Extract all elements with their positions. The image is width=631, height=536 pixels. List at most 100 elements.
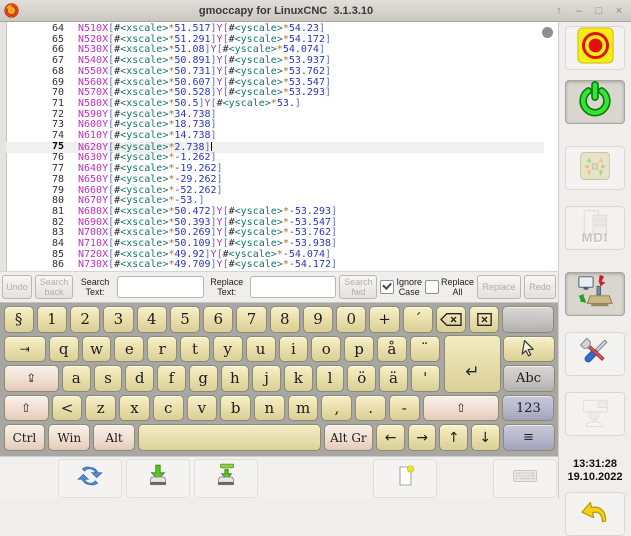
key-5[interactable]: 5 [170, 306, 200, 333]
key-2[interactable]: 2 [70, 306, 100, 333]
key-enter[interactable]: ↵ [444, 335, 501, 393]
manual-mode-button[interactable] [565, 146, 625, 190]
key-m[interactable]: m [288, 395, 319, 422]
key-apostrophe[interactable]: ' [411, 365, 440, 392]
key-arrow-up[interactable]: ↑ [439, 424, 468, 451]
key-close-keyboard[interactable]: × [502, 306, 554, 333]
key-n[interactable]: n [254, 395, 285, 422]
gcode-text-view[interactable]: 64N510X[#<xscale>*51.517]Y[#<yscale>*54.… [6, 24, 544, 271]
ignore-case-box[interactable] [380, 280, 394, 294]
key-y[interactable]: y [213, 336, 243, 363]
key-4[interactable]: 4 [137, 306, 167, 333]
key-k[interactable]: k [284, 365, 313, 392]
key-d[interactable]: d [125, 365, 154, 392]
key-å[interactable]: å [377, 336, 407, 363]
key-altgr[interactable]: Alt Gr [324, 424, 374, 451]
search-back-button[interactable]: Search back [35, 275, 73, 299]
replace-all-box[interactable] [425, 280, 439, 294]
save-as-button[interactable] [194, 459, 258, 498]
key-8[interactable]: 8 [270, 306, 300, 333]
key-a[interactable]: a [62, 365, 91, 392]
replace-all-checkbox[interactable]: Replace All [425, 277, 474, 297]
reload-file-button[interactable] [58, 459, 122, 498]
key-minus[interactable]: - [389, 395, 420, 422]
key-backspace[interactable] [436, 306, 466, 333]
code-line[interactable]: 74N610Y[#<yscale>*14.738] [6, 131, 544, 142]
key-acute[interactable]: ´ [403, 306, 433, 333]
auto-mode-button[interactable] [565, 272, 625, 316]
key-arrow-left[interactable]: ← [376, 424, 405, 451]
undo-button[interactable]: Undo [2, 275, 32, 299]
key-x[interactable]: x [119, 395, 150, 422]
key-space[interactable] [138, 424, 321, 451]
key-e[interactable]: e [114, 336, 144, 363]
new-file-button[interactable] [373, 459, 437, 498]
key-period[interactable]: . [355, 395, 386, 422]
key-b[interactable]: b [220, 395, 251, 422]
key-6[interactable]: 6 [203, 306, 233, 333]
key-9[interactable]: 9 [303, 306, 333, 333]
key-shift-left[interactable]: ⇧ [4, 395, 49, 422]
key-123-layer[interactable]: 123 [502, 395, 554, 422]
key-tab[interactable]: ⇥ [4, 336, 46, 363]
key-1[interactable]: 1 [37, 306, 67, 333]
key-v[interactable]: v [187, 395, 218, 422]
app-icon[interactable] [4, 3, 19, 18]
key-lessthan[interactable]: < [52, 395, 83, 422]
key-alt[interactable]: Alt [93, 424, 135, 451]
ignore-case-checkbox[interactable]: Ignore Case [380, 277, 422, 297]
minimize-window-icon[interactable]: – [573, 4, 585, 18]
key-pointer[interactable] [503, 336, 555, 363]
key-u[interactable]: u [246, 336, 276, 363]
replace-text-input[interactable] [250, 276, 337, 298]
key-z[interactable]: z [85, 395, 116, 422]
redo-button[interactable]: Redo [524, 275, 556, 299]
search-fwd-button[interactable]: Search fwd [339, 275, 377, 299]
key-comma[interactable]: , [321, 395, 352, 422]
key-f[interactable]: f [157, 365, 186, 392]
settings-button[interactable] [565, 332, 625, 376]
key-p[interactable]: p [344, 336, 374, 363]
key-plus[interactable]: + [369, 306, 399, 333]
power-button[interactable] [565, 80, 625, 124]
key-t[interactable]: t [180, 336, 210, 363]
key-j[interactable]: j [252, 365, 281, 392]
maximize-window-icon[interactable]: □ [593, 4, 605, 18]
key-capslock[interactable]: ⇪ [4, 365, 59, 392]
replace-button[interactable]: Replace [477, 275, 521, 299]
key-w[interactable]: w [82, 336, 112, 363]
key-abc-layer[interactable]: Abc [503, 365, 555, 392]
key-r[interactable]: r [147, 336, 177, 363]
key-ö[interactable]: ö [347, 365, 376, 392]
save-file-button[interactable] [126, 459, 190, 498]
key-arrow-right[interactable]: → [408, 424, 437, 451]
close-window-icon[interactable]: × [613, 4, 625, 18]
code-line[interactable]: 86N730X[#<xscale>*49.709]Y[#<yscale>*-54… [6, 260, 544, 271]
estop-button[interactable] [565, 26, 625, 70]
key-shift-right[interactable]: ⇧ [423, 395, 500, 422]
key-g[interactable]: g [189, 365, 218, 392]
mdi-mode-button[interactable]: MDI [565, 206, 625, 250]
key-arrow-down[interactable]: ↓ [471, 424, 500, 451]
key-ä[interactable]: ä [379, 365, 408, 392]
key-diaeresis[interactable]: ¨ [410, 336, 440, 363]
shade-window-icon[interactable]: ↑ [553, 4, 565, 18]
key-h[interactable]: h [221, 365, 250, 392]
key-q[interactable]: q [49, 336, 79, 363]
key-win[interactable]: Win [48, 424, 90, 451]
key-7[interactable]: 7 [236, 306, 266, 333]
key-delete[interactable] [469, 306, 499, 333]
key-section[interactable]: § [4, 306, 34, 333]
gcode-editor[interactable]: 64N510X[#<xscale>*51.517]Y[#<yscale>*54.… [0, 22, 558, 271]
user-tabs-button[interactable] [565, 392, 625, 436]
key-0[interactable]: 0 [336, 306, 366, 333]
key-3[interactable]: 3 [103, 306, 133, 333]
key-c[interactable]: c [153, 395, 184, 422]
key-menu[interactable]: ≡ [503, 424, 555, 451]
key-i[interactable]: i [279, 336, 309, 363]
keyboard-toggle-button[interactable] [493, 459, 557, 498]
key-l[interactable]: l [316, 365, 345, 392]
key-s[interactable]: s [94, 365, 123, 392]
scrollbar-thumb[interactable] [542, 27, 553, 38]
key-o[interactable]: o [311, 336, 341, 363]
